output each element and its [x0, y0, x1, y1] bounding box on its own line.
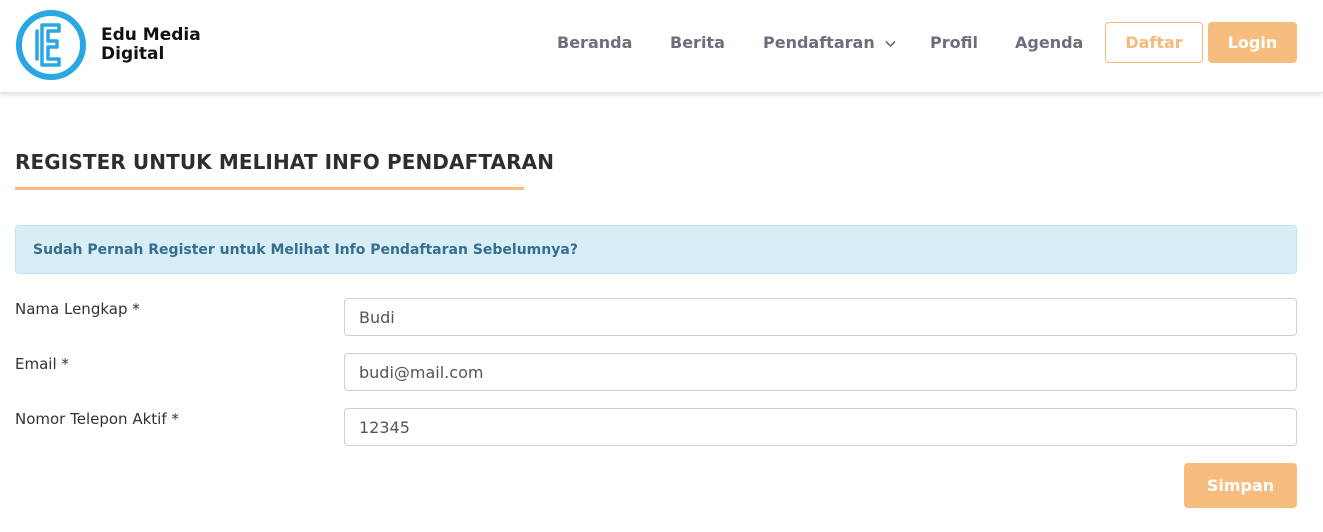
title-underline: [15, 187, 524, 190]
phone-input[interactable]: [344, 408, 1297, 446]
phone-label: Nomor Telepon Aktif *: [15, 410, 179, 428]
navbar: Edu Media Digital Beranda Berita Pendaft…: [0, 0, 1323, 93]
full-name-input[interactable]: [344, 298, 1297, 336]
alert-text: Sudah Pernah Register untuk Melihat Info…: [33, 241, 578, 258]
nav-item-pendaftaran[interactable]: Pendaftaran: [763, 33, 896, 53]
register-button[interactable]: Daftar: [1105, 22, 1203, 63]
full-name-label: Nama Lengkap *: [15, 300, 140, 318]
page-title: REGISTER UNTUK MELIHAT INFO PENDAFTARAN: [15, 150, 555, 174]
email-input[interactable]: [344, 353, 1297, 391]
brand-line-2: Digital: [101, 44, 165, 64]
save-button[interactable]: Simpan: [1184, 463, 1297, 508]
edu-logo-icon[interactable]: [15, 9, 87, 81]
nav-item-pendaftaran-label: Pendaftaran: [763, 33, 875, 52]
chevron-down-icon: [885, 40, 896, 47]
nav-item-profil[interactable]: Profil: [930, 33, 978, 53]
login-button[interactable]: Login: [1208, 22, 1297, 63]
nav-item-beranda[interactable]: Beranda: [557, 33, 632, 53]
brand-name[interactable]: Edu Media Digital: [101, 26, 201, 64]
already-registered-alert[interactable]: Sudah Pernah Register untuk Melihat Info…: [15, 225, 1297, 274]
nav-item-agenda[interactable]: Agenda: [1015, 33, 1083, 53]
email-label: Email *: [15, 355, 69, 373]
brand-line-1: Edu Media: [101, 25, 201, 45]
nav-item-berita[interactable]: Berita: [670, 33, 725, 53]
